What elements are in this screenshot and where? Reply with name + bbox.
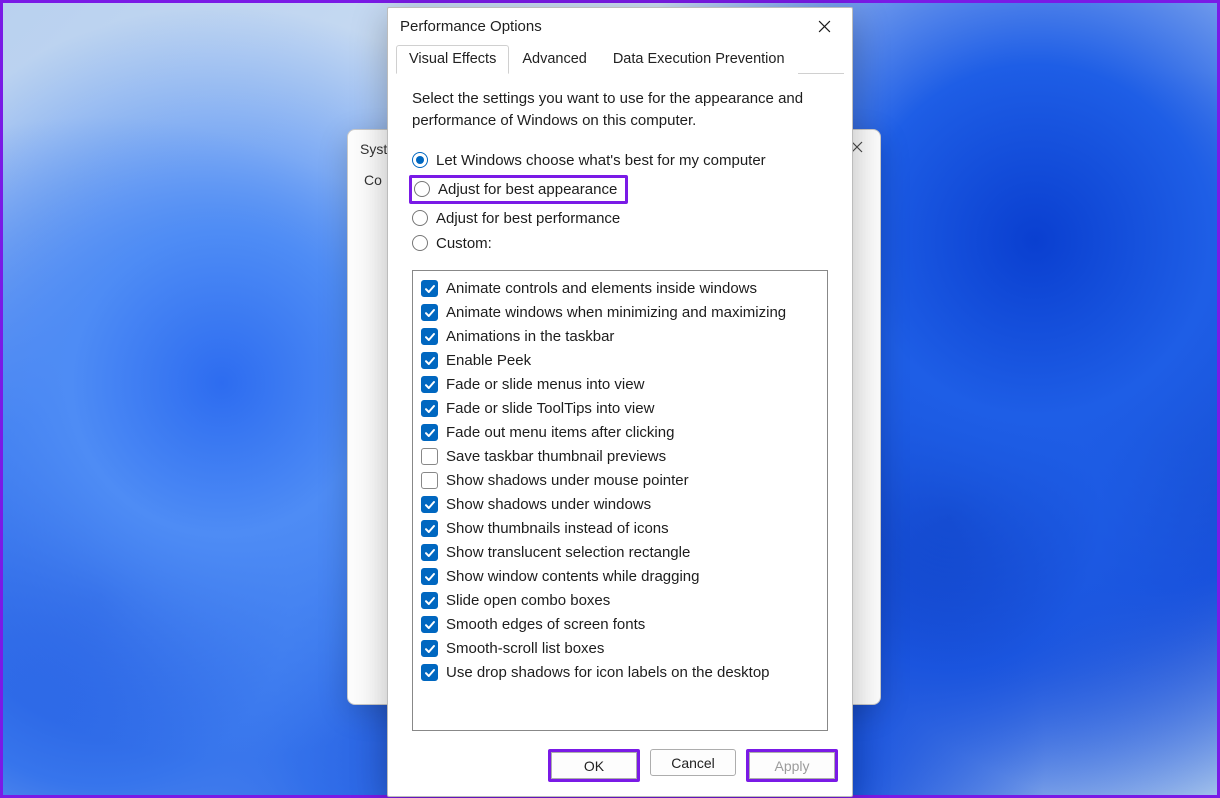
option-label: Show thumbnails instead of icons — [446, 518, 669, 539]
tab-dep[interactable]: Data Execution Prevention — [600, 45, 798, 74]
radio-custom[interactable]: Custom: — [412, 231, 828, 256]
checkbox-icon — [421, 328, 438, 345]
ok-button[interactable]: OK — [551, 752, 637, 779]
radio-best-appearance[interactable]: Adjust for best appearance — [414, 181, 617, 198]
radio-label: Adjust for best performance — [436, 210, 620, 227]
tab-content: Select the settings you want to use for … — [388, 74, 852, 739]
dialog-title: Performance Options — [400, 18, 542, 35]
option-label: Use drop shadows for icon labels on the … — [446, 662, 770, 683]
checkbox-icon — [421, 520, 438, 537]
radio-icon — [412, 152, 428, 168]
option-row[interactable]: Smooth edges of screen fonts — [421, 613, 819, 637]
intro-text: Select the settings you want to use for … — [412, 88, 828, 132]
option-label: Fade out menu items after clicking — [446, 422, 674, 443]
dialog-buttons: OK Cancel Apply — [388, 739, 852, 796]
option-row[interactable]: Show shadows under mouse pointer — [421, 469, 819, 493]
checkbox-icon — [421, 352, 438, 369]
desktop: Syst Co Performance Options Visual Effec… — [0, 0, 1220, 798]
option-label: Smooth-scroll list boxes — [446, 638, 604, 659]
checkbox-icon — [421, 280, 438, 297]
dialog-titlebar: Performance Options — [388, 8, 852, 44]
checkbox-icon — [421, 376, 438, 393]
radio-group: Let Windows choose what's best for my co… — [412, 148, 828, 256]
option-row[interactable]: Show translucent selection rectangle — [421, 541, 819, 565]
checkbox-icon — [421, 568, 438, 585]
option-label: Show window contents while dragging — [446, 566, 699, 587]
checkbox-icon — [421, 304, 438, 321]
option-label: Smooth edges of screen fonts — [446, 614, 645, 635]
ok-highlight: OK — [548, 749, 640, 782]
option-label: Save taskbar thumbnail previews — [446, 446, 666, 467]
option-row[interactable]: Use drop shadows for icon labels on the … — [421, 661, 819, 685]
radio-icon — [412, 210, 428, 226]
option-row[interactable]: Smooth-scroll list boxes — [421, 637, 819, 661]
option-row[interactable]: Save taskbar thumbnail previews — [421, 445, 819, 469]
cancel-button[interactable]: Cancel — [650, 749, 736, 776]
tab-visual-effects[interactable]: Visual Effects — [396, 45, 509, 74]
close-icon — [818, 20, 831, 33]
option-label: Enable Peek — [446, 350, 531, 371]
apply-highlight: Apply — [746, 749, 838, 782]
tab-strip: Visual Effects Advanced Data Execution P… — [396, 44, 844, 74]
radio-let-windows-choose[interactable]: Let Windows choose what's best for my co… — [412, 148, 828, 173]
option-row[interactable]: Fade or slide menus into view — [421, 373, 819, 397]
radio-label: Adjust for best appearance — [438, 181, 617, 198]
option-label: Show shadows under windows — [446, 494, 651, 515]
radio-label: Custom: — [436, 235, 492, 252]
radio-icon — [412, 235, 428, 251]
checkbox-icon — [421, 472, 438, 489]
option-label: Fade or slide ToolTips into view — [446, 398, 654, 419]
option-label: Fade or slide menus into view — [446, 374, 644, 395]
option-label: Animate windows when minimizing and maxi… — [446, 302, 786, 323]
checkbox-icon — [421, 400, 438, 417]
checkbox-icon — [421, 640, 438, 657]
option-row[interactable]: Animations in the taskbar — [421, 325, 819, 349]
checkbox-icon — [421, 544, 438, 561]
bg-window-title: Syst — [360, 141, 387, 157]
checkbox-icon — [421, 664, 438, 681]
option-label: Animate controls and elements inside win… — [446, 278, 757, 299]
option-label: Show shadows under mouse pointer — [446, 470, 689, 491]
checkbox-icon — [421, 424, 438, 441]
checkbox-icon — [421, 616, 438, 633]
apply-button[interactable]: Apply — [749, 752, 835, 779]
radio-label: Let Windows choose what's best for my co… — [436, 152, 766, 169]
option-row[interactable]: Show window contents while dragging — [421, 565, 819, 589]
option-label: Animations in the taskbar — [446, 326, 614, 347]
radio-icon — [414, 181, 430, 197]
radio-best-performance[interactable]: Adjust for best performance — [412, 206, 828, 231]
option-row[interactable]: Animate controls and elements inside win… — [421, 277, 819, 301]
option-row[interactable]: Slide open combo boxes — [421, 589, 819, 613]
option-row[interactable]: Show thumbnails instead of icons — [421, 517, 819, 541]
option-row[interactable]: Animate windows when minimizing and maxi… — [421, 301, 819, 325]
checkbox-icon — [421, 496, 438, 513]
option-label: Show translucent selection rectangle — [446, 542, 690, 563]
performance-options-dialog: Performance Options Visual Effects Advan… — [387, 7, 853, 797]
option-label: Slide open combo boxes — [446, 590, 610, 611]
option-row[interactable]: Show shadows under windows — [421, 493, 819, 517]
checkbox-icon — [421, 592, 438, 609]
dialog-close-button[interactable] — [802, 11, 846, 41]
visual-effects-list[interactable]: Animate controls and elements inside win… — [412, 270, 828, 732]
option-row[interactable]: Fade or slide ToolTips into view — [421, 397, 819, 421]
option-row[interactable]: Fade out menu items after clicking — [421, 421, 819, 445]
option-row[interactable]: Enable Peek — [421, 349, 819, 373]
checkbox-icon — [421, 448, 438, 465]
tab-advanced[interactable]: Advanced — [509, 45, 600, 74]
